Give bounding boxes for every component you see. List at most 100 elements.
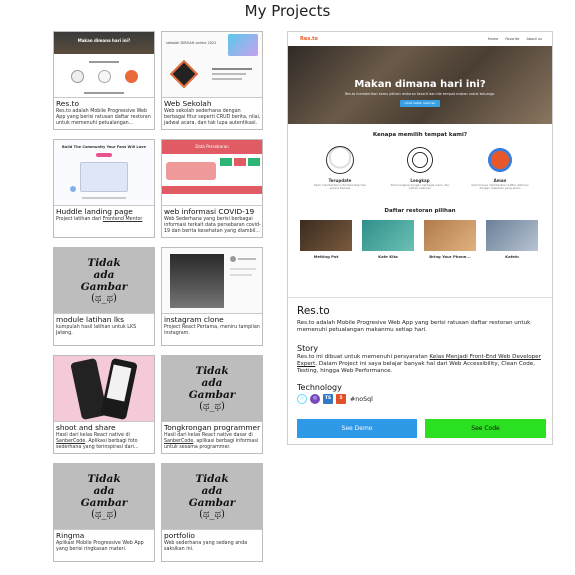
project-thumbnail: Makan dimana hari ini? xyxy=(54,32,154,98)
preview-restaurant-card: Kafe Kita xyxy=(362,220,414,262)
story-text-part: Res.to ini dibuat untuk memenuhi persyar… xyxy=(297,354,430,360)
thumb-line xyxy=(89,61,119,63)
preview-feature-text: Kami lengkap dengan berbagai menu dan pi… xyxy=(390,183,450,191)
restaurant-name: Kafe Kita xyxy=(378,254,398,259)
thumb-avatar xyxy=(70,186,76,192)
project-title: Tongkrongan programmer xyxy=(164,423,261,432)
placeholder-face: (ಥ_ಥ) xyxy=(91,292,117,304)
preview-why-title: Kenapa memilih tempat kami? xyxy=(372,132,468,138)
thumb-heading: Build The Community Your Fans Will Love xyxy=(62,145,146,149)
preview-feature-text: Kami hanya memberikan daftar restoran de… xyxy=(471,183,529,191)
restaurant-name: Bring Your Phone... xyxy=(429,254,471,259)
thumb-line xyxy=(82,197,126,199)
preview-nav-item: Home xyxy=(487,37,499,41)
project-description: Web sederhana yang sedang anda saksikan … xyxy=(164,541,248,552)
project-description: Aplikasi Mobile Progressive Web App yang… xyxy=(56,541,144,552)
thumb-chef-icon xyxy=(71,70,84,83)
thumb-photo xyxy=(170,254,224,308)
placeholder-text: Tidak xyxy=(195,364,229,377)
placeholder-text: Gambar xyxy=(188,388,236,401)
story-heading: Story xyxy=(297,344,319,353)
thumb-line xyxy=(230,274,252,276)
preview-hero-title: Makan dimana hari ini? xyxy=(354,79,486,90)
restaurant-image xyxy=(362,220,414,251)
restaurant-image xyxy=(424,220,476,251)
thumb-line xyxy=(238,258,256,260)
sanbercode-link[interactable]: SanberCode xyxy=(164,439,193,444)
thumb-heading: sekolah DIROAH anime 2022 xyxy=(166,41,217,45)
sanbercode-link[interactable]: SanberCode xyxy=(56,439,85,444)
project-card-resto[interactable]: Makan dimana hari ini? Res.to Res.to ada… xyxy=(53,31,155,130)
thumb-plate-icon xyxy=(98,70,111,83)
project-description: Hasil dari kelas React native di SanberC… xyxy=(56,433,153,451)
preview-restaurant-card: Kafein xyxy=(486,220,538,262)
placeholder-text: Gambar xyxy=(80,496,128,509)
preview-nav-links: Home Favorite About us xyxy=(482,37,542,41)
page-title: My Projects xyxy=(244,2,331,20)
project-card-instagram[interactable]: instagram clone Project React Pertama, m… xyxy=(161,247,263,346)
project-description: Project latihan dari Frontend Mentor xyxy=(56,217,153,223)
project-title: instagram clone xyxy=(164,315,224,324)
preview-restaurant-card: Melting Pot xyxy=(300,220,352,262)
thumb-mockup xyxy=(80,162,128,192)
placeholder-face: (ಥ_ಥ) xyxy=(199,400,225,412)
see-code-button[interactable]: See Code xyxy=(425,419,546,438)
technology-text: #noSql xyxy=(350,395,373,403)
restaurant-image xyxy=(300,220,352,251)
placeholder-face: (ಥ_ಥ) xyxy=(199,508,225,520)
project-description: Web Sederhana yang berisi berbagai infor… xyxy=(164,217,261,234)
preview-nav-item: About us xyxy=(526,37,542,41)
project-description: Res.to adalah Mobile Progresive Web App … xyxy=(297,320,531,333)
placeholder-text: Gambar xyxy=(80,280,128,293)
project-card-web-sekolah[interactable]: sekolah DIROAH anime 2022 Web Sekolah We… xyxy=(161,31,263,130)
preview-feature: Lengkap Kami lengkap dengan berbagai men… xyxy=(390,146,450,191)
thumb-heading: Data Persebaran xyxy=(195,144,229,149)
technology-heading: Technology xyxy=(297,383,342,392)
project-thumbnail: Build The Community Your Fans Will Love xyxy=(54,140,154,206)
thumb-line xyxy=(212,78,242,80)
preview-logo: Res.to xyxy=(300,36,318,42)
desc-text: Project latihan dari xyxy=(56,217,103,222)
project-thumbnail: sekolah DIROAH anime 2022 xyxy=(162,32,262,98)
thumb-virus-icon xyxy=(125,70,138,83)
thumb-stat xyxy=(220,158,232,166)
no-image-placeholder: Tidak ada Gambar (ಥ_ಥ) xyxy=(162,356,262,422)
story-text: Res.to ini dibuat untuk memenuhi persyar… xyxy=(297,354,549,375)
preview-feature-text: Kami memberikan informasi tiap hari seca… xyxy=(313,183,366,191)
restaurant-image xyxy=(486,220,538,251)
frontend-mentor-link[interactable]: Frontend Mentor xyxy=(103,217,143,222)
placeholder-text: Gambar xyxy=(188,496,236,509)
thumb-hero xyxy=(54,32,154,54)
project-card-lks[interactable]: Tidak ada Gambar (ಥ_ಥ) module latihan lk… xyxy=(53,247,155,346)
project-card-shoot-and-share[interactable]: shoot and share Hasil dari kelas React n… xyxy=(53,355,155,454)
thumb-line xyxy=(212,73,246,75)
preview-feature: Aman Kami hanya memberikan daftar restor… xyxy=(470,146,530,191)
see-demo-button[interactable]: See Demo xyxy=(297,419,417,438)
preview-list-title: Daftar restoran pilihan xyxy=(384,208,456,214)
placeholder-text: Tidak xyxy=(87,472,121,485)
project-detail-panel: Res.to Home Favorite About us Makan dima… xyxy=(287,31,553,445)
project-thumbnail xyxy=(54,356,154,422)
redux-icon: ◎ xyxy=(310,394,320,404)
project-description: Project React Pertama, meniru tampilan i… xyxy=(164,325,260,336)
project-description: Hasil dari kelas React native dasar di S… xyxy=(164,433,261,451)
project-card-portfolio[interactable]: Tidak ada Gambar (ಥ_ಥ) portfolio Web sed… xyxy=(161,463,263,562)
placeholder-face: (ಥ_ಥ) xyxy=(91,508,117,520)
typescript-icon: TS xyxy=(323,394,333,404)
placeholder-text: Tidak xyxy=(195,472,229,485)
project-preview-screenshot: Res.to Home Favorite About us Makan dima… xyxy=(288,32,552,298)
thumb-banner xyxy=(162,186,262,194)
thumb-line xyxy=(212,68,252,70)
thumb-phone-art xyxy=(169,59,199,89)
technology-list: ⚛ ◎ TS 5 #noSql xyxy=(297,394,373,404)
project-card-covid[interactable]: Data Persebaran web informasi COVID-19 W… xyxy=(161,139,263,238)
desc-text: Hasil dari kelas React native dasar di xyxy=(164,433,253,438)
project-card-tongkrongan[interactable]: Tidak ada Gambar (ಥ_ಥ) Tongkrongan progr… xyxy=(161,355,263,454)
preview-hero-subtitle: Res.to memberikan kamu pilihan restoran … xyxy=(344,92,496,96)
project-card-huddle[interactable]: Build The Community Your Fans Will Love … xyxy=(53,139,155,238)
thumb-button xyxy=(96,153,112,157)
thumb-illustration xyxy=(228,34,258,56)
project-card-ringma[interactable]: Tidak ada Gambar (ಥ_ಥ) Ringma Aplikasi M… xyxy=(53,463,155,562)
placeholder-text: Tidak xyxy=(87,256,121,269)
thumb-stat xyxy=(248,158,260,166)
